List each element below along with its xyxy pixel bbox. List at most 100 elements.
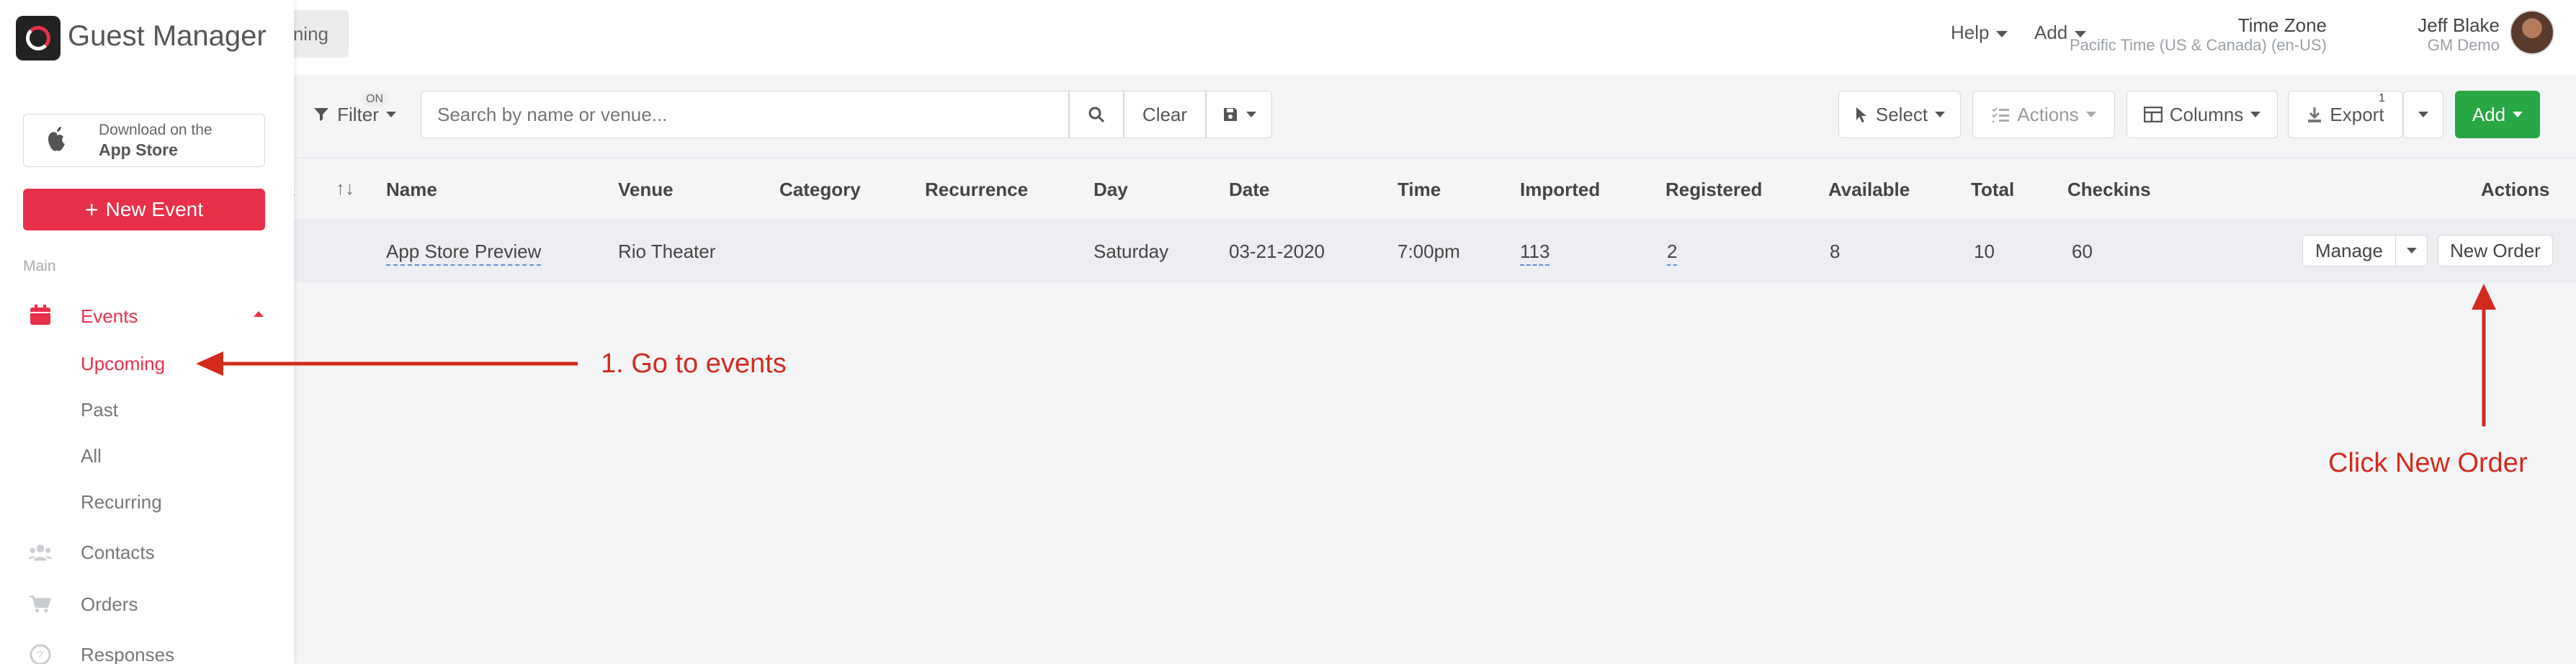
filter-on-badge: ON: [362, 92, 388, 107]
export-label: Export: [2330, 103, 2384, 125]
user-name[interactable]: Jeff Blake: [2418, 14, 2500, 37]
sidebar: Guest Manager Download on the App Store …: [0, 0, 294, 664]
sidebar-item-upcoming[interactable]: Upcoming: [81, 353, 165, 375]
event-date: 03-21-2020: [1229, 241, 1325, 262]
tab-chip[interactable]: ning: [288, 10, 349, 58]
sidebar-item-recurring[interactable]: Recurring: [81, 491, 162, 513]
save-icon: [1224, 108, 1237, 121]
table-row: App Store Preview Rio Theater Saturday 0…: [0, 219, 2576, 282]
search-button[interactable]: [1069, 91, 1124, 138]
save-view-button[interactable]: [1206, 91, 1272, 138]
export-count-badge: 1: [2379, 92, 2385, 104]
filter-icon: [314, 108, 329, 121]
available-value: 8: [1830, 241, 1841, 262]
chevron-down-icon: [2085, 112, 2096, 117]
total-value: 10: [1974, 241, 1995, 262]
tab-chip-label: ning: [292, 23, 328, 45]
column-recurrence[interactable]: Recurrence: [925, 179, 1028, 201]
app-store-line1: Download on the: [99, 122, 213, 138]
table-icon: [2143, 107, 2163, 122]
filter-button[interactable]: Filter: [288, 91, 421, 138]
chevron-down-icon: [1996, 30, 2008, 37]
event-time: 7:00pm: [1397, 241, 1460, 262]
event-venue: Rio Theater: [618, 241, 716, 262]
logo-ring-icon: [26, 26, 50, 50]
section-label-main: Main: [23, 258, 56, 274]
actions-label: Actions: [2017, 103, 2079, 125]
columns-button[interactable]: Columns: [2126, 91, 2278, 138]
chevron-down-icon: [385, 112, 396, 117]
question-circle-icon: ?: [30, 644, 51, 664]
column-venue[interactable]: Venue: [618, 179, 674, 201]
column-available[interactable]: Available: [1828, 179, 1910, 201]
user-org[interactable]: GM Demo: [2428, 36, 2500, 55]
avatar[interactable]: [2510, 10, 2554, 55]
plus-icon: +: [84, 196, 99, 223]
column-total[interactable]: Total: [1971, 179, 2014, 201]
column-time[interactable]: Time: [1397, 179, 1441, 201]
search-input[interactable]: [421, 91, 1069, 138]
column-imported[interactable]: Imported: [1520, 179, 1600, 201]
sidebar-item-responses[interactable]: Responses: [81, 644, 174, 664]
event-day: Saturday: [1094, 241, 1169, 262]
column-category[interactable]: Category: [779, 179, 861, 201]
column-registered[interactable]: Registered: [1665, 179, 1762, 201]
registered-link[interactable]: 2: [1667, 241, 1678, 266]
event-name-link[interactable]: App Store Preview: [386, 241, 542, 266]
annotation-step-2: Click New Order: [2328, 448, 2528, 478]
columns-label: Columns: [2169, 103, 2244, 125]
export-dropdown-button[interactable]: [2403, 91, 2443, 138]
sidebar-item-contacts[interactable]: Contacts: [81, 542, 155, 564]
new-order-button[interactable]: New Order: [2438, 235, 2553, 266]
chevron-up-icon[interactable]: [254, 311, 264, 317]
annotation-step-1: 1. Go to events: [601, 349, 787, 379]
sidebar-item-past[interactable]: Past: [81, 399, 118, 421]
sidebar-item-orders[interactable]: Orders: [81, 593, 138, 616]
filter-label: Filter: [337, 103, 379, 125]
new-event-button[interactable]: + New Event: [23, 189, 265, 230]
help-menu[interactable]: Help: [1951, 22, 2008, 44]
download-icon: [2308, 107, 2322, 122]
manage-dropdown-button[interactable]: [2396, 235, 2428, 266]
sort-icon[interactable]: ↑↓: [336, 177, 354, 199]
add-button[interactable]: Add: [2455, 91, 2540, 138]
checkins-value: 60: [2072, 241, 2093, 262]
calendar-icon: [30, 305, 50, 325]
svg-text:?: ?: [37, 650, 43, 662]
add-menu-label: Add: [2034, 22, 2068, 43]
clear-button[interactable]: Clear: [1124, 91, 1206, 138]
app-store-badge[interactable]: Download on the App Store: [23, 114, 265, 167]
app-logo[interactable]: [16, 16, 61, 60]
column-day[interactable]: Day: [1094, 179, 1128, 201]
search-icon: [1088, 107, 1105, 123]
column-actions: Actions: [2481, 179, 2550, 200]
export-button[interactable]: Export: [2288, 91, 2403, 138]
table-header: t ↑↓ Name Venue Category Recurrence Day …: [0, 158, 2576, 219]
select-button[interactable]: Select: [1838, 91, 1961, 138]
contacts-icon: [29, 544, 52, 561]
actions-button[interactable]: Actions: [1972, 91, 2115, 138]
imported-link[interactable]: 113: [1520, 241, 1550, 266]
chevron-down-icon: [2513, 112, 2523, 117]
chevron-down-icon: [1246, 112, 1256, 117]
column-name[interactable]: Name: [386, 179, 437, 201]
help-label: Help: [1951, 22, 1990, 43]
cursor-icon: [1856, 107, 1866, 122]
list-check-icon: [1992, 107, 2010, 122]
sidebar-item-events[interactable]: Events: [81, 305, 138, 328]
chevron-down-icon: [1935, 112, 1946, 117]
sidebar-item-all[interactable]: All: [81, 445, 102, 467]
chevron-down-icon: [2406, 248, 2417, 254]
top-header: ning Help Add Time Zone Pacific Time (US…: [0, 0, 2576, 75]
brand-name[interactable]: Guest Manager: [68, 20, 267, 53]
manage-button[interactable]: Manage: [2302, 235, 2396, 266]
column-date[interactable]: Date: [1229, 179, 1269, 201]
cart-icon: [29, 596, 52, 613]
timezone-title[interactable]: Time Zone: [2238, 14, 2327, 37]
add-label: Add: [2472, 103, 2506, 125]
new-event-label: New Event: [105, 198, 204, 220]
select-label: Select: [1875, 103, 1928, 125]
chevron-down-icon: [2418, 112, 2428, 117]
timezone-value[interactable]: Pacific Time (US & Canada) (en-US): [2070, 36, 2327, 55]
column-checkins[interactable]: Checkins: [2067, 179, 2151, 201]
